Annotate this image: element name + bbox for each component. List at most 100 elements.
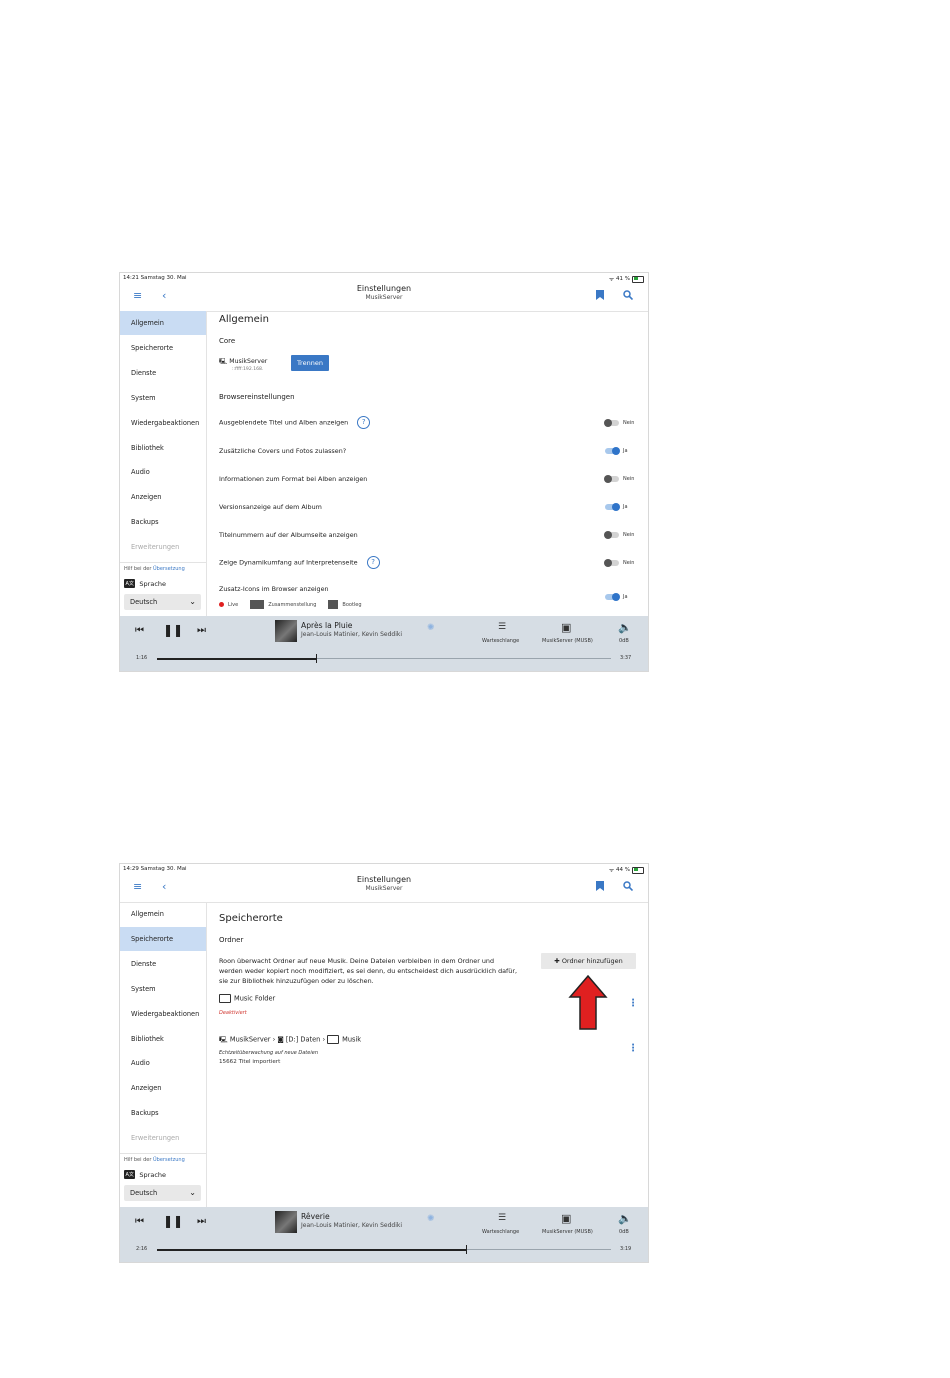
chip-bootleg: Bootleg: [328, 600, 362, 609]
track-artist[interactable]: Jean-Louis Matinier, Kevin Seddiki: [301, 1222, 402, 1229]
radio-icon[interactable]: ✺: [427, 623, 435, 633]
zone-label[interactable]: MusikServer (MUSB): [542, 638, 593, 644]
sidebar-item-erweiterungen[interactable]: Erweiterungen: [120, 1126, 206, 1150]
track-title[interactable]: Rêverie: [301, 1212, 330, 1221]
translation-link[interactable]: Übersetzung: [153, 566, 185, 572]
sidebar-item-audio[interactable]: Audio: [120, 460, 206, 484]
language-row: A文 Sprache: [124, 579, 166, 588]
translation-link[interactable]: Übersetzung: [153, 1157, 185, 1163]
sidebar-item-backups[interactable]: Backups: [120, 510, 206, 534]
folder-status-watching: Echtzeitüberwachung auf neue Dateien: [219, 1050, 318, 1056]
player-bar: ⏮ ❚❚ ⏭ Après la Pluie Jean-Louis Matinie…: [120, 616, 648, 671]
core-heading: Core: [219, 337, 236, 345]
toggle-label: Ja: [623, 594, 628, 600]
sidebar-item-bibliothek[interactable]: Bibliothek: [120, 1027, 206, 1051]
toggle-format-info[interactable]: [604, 475, 619, 483]
album-cover[interactable]: [275, 620, 297, 642]
setting-dynamic-range: Zeige Dynamikumfang auf Interpretenseite…: [219, 556, 380, 569]
toggle-hidden-titles[interactable]: [604, 419, 619, 427]
live-icon: [219, 601, 224, 607]
progress-bar[interactable]: [157, 1245, 611, 1254]
sidebar-item-wiedergabeaktionen[interactable]: Wiedergabeaktionen: [120, 411, 206, 435]
sidebar: Allgemein Speicherorte Dienste System Wi…: [120, 902, 207, 1207]
sidebar-item-system[interactable]: System: [120, 977, 206, 1001]
zone-label[interactable]: MusikServer (MUSB): [542, 1229, 593, 1235]
sidebar-item-allgemein[interactable]: Allgemein: [120, 311, 206, 335]
elapsed-time: 2:16: [136, 1246, 148, 1252]
help-prefix: Hilf bei der: [124, 566, 154, 572]
queue-label[interactable]: Warteschlange: [482, 638, 519, 644]
setting-label: Titelnummern auf der Albumseite anzeigen: [219, 531, 358, 539]
screenshot-speicherorte: 14:29 Samstag 30. Mai ᯤ 44 % ≡ ‹ Einstel…: [119, 863, 649, 1263]
sidebar: Allgemein Speicherorte Dienste System Wi…: [120, 311, 207, 616]
sidebar-item-dienste[interactable]: Dienste: [120, 361, 206, 385]
sidebar-item-allgemein[interactable]: Allgemein: [120, 902, 206, 926]
bootleg-icon: [328, 600, 339, 609]
sidebar-item-anzeigen[interactable]: Anzeigen: [120, 485, 206, 509]
sidebar-item-bibliothek[interactable]: Bibliothek: [120, 436, 206, 460]
queue-icon[interactable]: ☰: [498, 622, 506, 632]
more-options-icon[interactable]: ⋮: [628, 998, 638, 1009]
chip-label: Bootleg: [342, 602, 362, 608]
previous-icon[interactable]: ⏮: [135, 625, 144, 636]
toggle-extra-icons[interactable]: [605, 593, 620, 601]
volume-icon[interactable]: 🔈: [618, 621, 632, 634]
path-folder: Musik: [342, 1035, 362, 1044]
sidebar-item-system[interactable]: System: [120, 386, 206, 410]
bookmark-icon[interactable]: [596, 881, 604, 893]
volume-icon[interactable]: 🔈: [618, 1212, 632, 1225]
sidebar-item-speicherorte[interactable]: Speicherorte: [120, 336, 206, 360]
search-icon[interactable]: [623, 290, 634, 302]
track-title[interactable]: Après la Pluie: [301, 621, 352, 630]
help-icon[interactable]: ?: [366, 556, 380, 569]
folder-track-count: 15662 Titel importiert: [219, 1059, 281, 1065]
sidebar-item-anzeigen[interactable]: Anzeigen: [120, 1076, 206, 1100]
help-icon[interactable]: ?: [357, 416, 371, 429]
folder-row-music-folder[interactable]: Music Folder: [219, 994, 275, 1003]
add-folder-button[interactable]: ✚ Ordner hinzufügen: [541, 953, 636, 969]
zone-icon[interactable]: ▣: [561, 1212, 571, 1225]
queue-label[interactable]: Warteschlange: [482, 1229, 519, 1235]
next-icon[interactable]: ⏭: [197, 1216, 206, 1227]
main-panel: Allgemein Core 🖳 MusikServer ::ffff:192.…: [207, 311, 648, 616]
add-folder-label: Ordner hinzufügen: [561, 957, 623, 965]
pause-icon[interactable]: ❚❚: [163, 623, 183, 637]
next-icon[interactable]: ⏭: [197, 625, 206, 636]
chip-label: Zusammenstellung: [268, 602, 317, 608]
sidebar-item-backups[interactable]: Backups: [120, 1101, 206, 1125]
pause-icon[interactable]: ❚❚: [163, 1214, 183, 1228]
album-cover[interactable]: [275, 1211, 297, 1233]
radio-icon[interactable]: ✺: [427, 1214, 435, 1224]
language-value: Deutsch: [130, 598, 158, 606]
icon-chips: Live Zusammenstellung Bootleg: [219, 600, 362, 609]
queue-icon[interactable]: ☰: [498, 1213, 506, 1223]
disconnect-button[interactable]: Trennen: [291, 355, 329, 371]
folder-row-path[interactable]: 🖳 MusikServer › ◙ [D:] Daten › Musik: [219, 1035, 361, 1047]
language-icon: A文: [124, 579, 136, 588]
toggle-version-display[interactable]: [605, 503, 620, 511]
track-artist[interactable]: Jean-Louis Matinier, Kevin Seddiki: [301, 631, 402, 638]
progress-bar[interactable]: [157, 654, 611, 663]
language-select[interactable]: Deutsch ⌄: [124, 1185, 201, 1201]
toggle-dynamic-range[interactable]: [604, 559, 619, 567]
sidebar-item-audio[interactable]: Audio: [120, 1051, 206, 1075]
toggle-track-numbers[interactable]: [604, 531, 619, 539]
sidebar-item-dienste[interactable]: Dienste: [120, 952, 206, 976]
search-icon[interactable]: [623, 881, 634, 893]
volume-label[interactable]: 0dB: [619, 1229, 629, 1235]
more-options-icon[interactable]: ⋮: [628, 1043, 638, 1054]
toggle-extra-covers[interactable]: [605, 447, 620, 455]
sidebar-item-wiedergabeaktionen[interactable]: Wiedergabeaktionen: [120, 1002, 206, 1026]
chevron-down-icon: ⌄: [189, 1188, 196, 1197]
setting-format-info: Informationen zum Format bei Alben anzei…: [219, 475, 367, 483]
sidebar-item-erweiterungen[interactable]: Erweiterungen: [120, 535, 206, 559]
setting-extra-covers: Zusätzliche Covers und Fotos zulassen?: [219, 447, 346, 455]
previous-icon[interactable]: ⏮: [135, 1216, 144, 1227]
plus-icon: ✚: [554, 957, 560, 965]
player-bar: ⏮ ❚❚ ⏭ Rêverie Jean-Louis Matinier, Kevi…: [120, 1207, 648, 1262]
sidebar-item-speicherorte[interactable]: Speicherorte: [120, 927, 206, 951]
language-select[interactable]: Deutsch ⌄: [124, 594, 201, 610]
bookmark-icon[interactable]: [596, 290, 604, 302]
volume-label[interactable]: 0dB: [619, 638, 629, 644]
zone-icon[interactable]: ▣: [561, 621, 571, 634]
